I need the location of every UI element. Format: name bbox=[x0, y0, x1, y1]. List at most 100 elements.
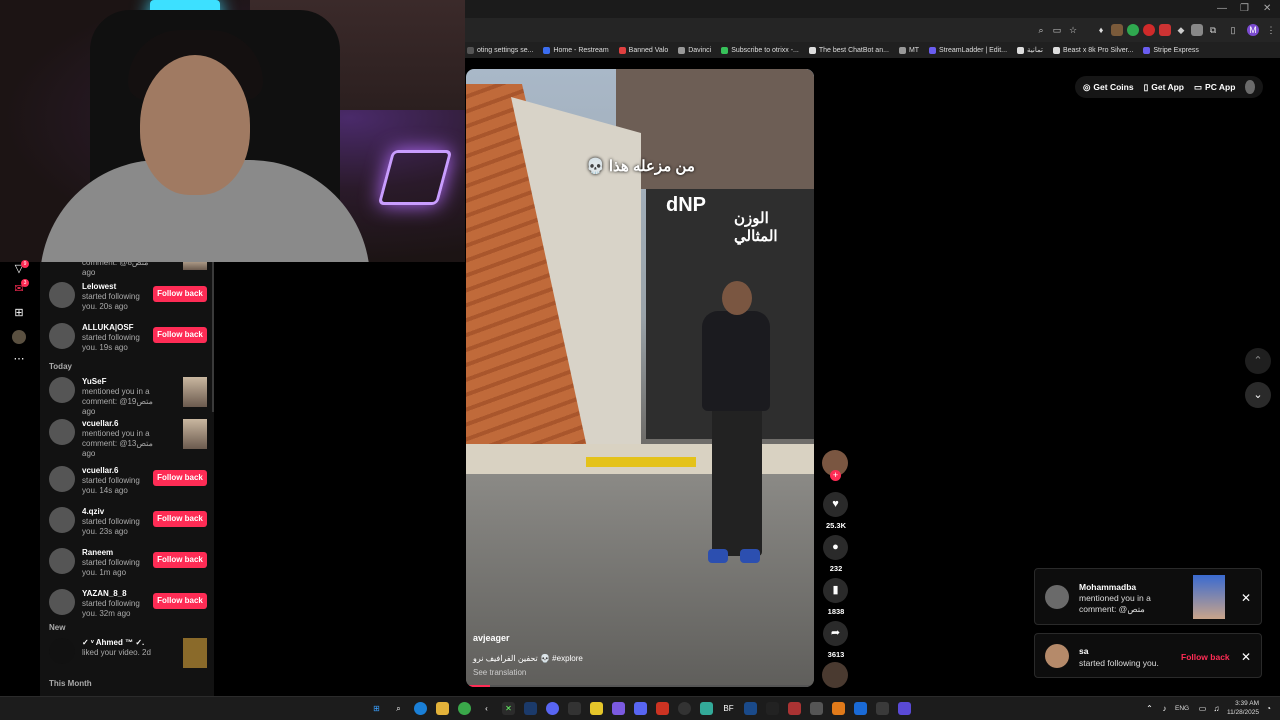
microphone-icon[interactable]: ♪ bbox=[1158, 702, 1171, 715]
extension-icon[interactable] bbox=[1191, 24, 1203, 36]
notes-icon[interactable] bbox=[590, 702, 603, 715]
notification-item-partial[interactable]: comment: @متص8 ago bbox=[49, 262, 209, 277]
tray-chevron-up-icon[interactable]: ⌃ bbox=[1143, 702, 1156, 715]
app-icon[interactable] bbox=[612, 702, 625, 715]
follow-back-button[interactable]: Follow back bbox=[153, 327, 207, 343]
music-disc[interactable] bbox=[822, 662, 848, 688]
video-player[interactable]: dNP الوزن المثالي من مزعله هذا 💀 avjeage… bbox=[466, 69, 814, 687]
close-icon[interactable]: ✕ bbox=[1241, 591, 1251, 605]
bookmark-item[interactable]: StreamLadder | Edit... bbox=[929, 46, 1007, 54]
discord-icon[interactable] bbox=[546, 702, 559, 715]
bookmark-item[interactable]: Subscribe to otrixx -... bbox=[721, 46, 799, 54]
notification-item[interactable]: YuSeF mentioned you in a comment: @متص19 … bbox=[49, 377, 209, 416]
notification-avatar[interactable] bbox=[49, 548, 75, 574]
get-coins-button[interactable]: ◎ Get Coins bbox=[1083, 82, 1134, 93]
app-icon[interactable] bbox=[854, 702, 867, 715]
follow-back-button[interactable]: Follow back bbox=[153, 470, 207, 486]
user-avatar[interactable] bbox=[1245, 80, 1255, 94]
follow-back-button[interactable]: Follow back bbox=[153, 552, 207, 568]
language-indicator[interactable]: ENG bbox=[1175, 705, 1189, 712]
toast-mention[interactable]: Mohammadba mentioned you in a comment: @… bbox=[1034, 568, 1262, 625]
app-bf-icon[interactable]: BF bbox=[722, 702, 735, 715]
toast-avatar[interactable] bbox=[1045, 644, 1069, 668]
bookmark-star-icon[interactable]: ☆ bbox=[1067, 24, 1079, 36]
chevron-up-icon[interactable]: ⌃ bbox=[1245, 348, 1271, 374]
notification-item[interactable]: Raneem started following you. 1m ago Follo… bbox=[49, 548, 209, 582]
toast-thumbnail[interactable] bbox=[1193, 575, 1225, 619]
video-author[interactable]: avjeager bbox=[473, 633, 510, 643]
profile-icon[interactable] bbox=[12, 330, 26, 344]
app-icon[interactable] bbox=[898, 702, 911, 715]
minimize-icon[interactable]: — bbox=[1217, 3, 1227, 14]
cast-icon[interactable]: ▭ bbox=[1051, 24, 1063, 36]
follow-back-button[interactable]: Follow back bbox=[153, 511, 207, 527]
notification-thumbnail[interactable] bbox=[183, 638, 207, 668]
notification-item[interactable]: ALLUKA|OSF started following you. 19s ago… bbox=[49, 323, 209, 357]
bookmark-item[interactable]: Beast x 8k Pro Silver... bbox=[1052, 46, 1133, 54]
extension-icon[interactable] bbox=[1111, 24, 1123, 36]
app-icon[interactable] bbox=[568, 702, 581, 715]
extension-icon[interactable] bbox=[1159, 24, 1171, 36]
app-icon[interactable] bbox=[700, 702, 713, 715]
notification-name[interactable]: Lelowest bbox=[82, 282, 116, 291]
chevron-down-icon[interactable]: ⌄ bbox=[1245, 382, 1271, 408]
notification-thumbnail[interactable] bbox=[183, 377, 207, 407]
notification-name[interactable]: ✓ ᵛ Ahmed ™ ✓. bbox=[82, 638, 144, 647]
restore-icon[interactable]: ❐ bbox=[1240, 3, 1249, 14]
follow-back-button[interactable]: Follow back bbox=[153, 286, 207, 302]
extension-shield-icon[interactable] bbox=[1127, 24, 1139, 36]
more-icon[interactable]: ⋯ bbox=[12, 352, 26, 366]
notification-avatar[interactable] bbox=[49, 507, 75, 533]
extensions-puzzle-icon[interactable]: ⧉ bbox=[1207, 24, 1219, 36]
bookmark-item[interactable]: MT bbox=[898, 46, 919, 54]
notification-avatar[interactable] bbox=[49, 638, 75, 664]
zoom-icon[interactable]: ⌕ bbox=[1035, 24, 1047, 36]
toast-avatar[interactable] bbox=[1045, 585, 1069, 609]
toast-name[interactable]: sa bbox=[1079, 646, 1088, 656]
app-icon[interactable] bbox=[744, 702, 757, 715]
notification-avatar[interactable] bbox=[49, 282, 75, 308]
bookmark-item[interactable]: Stripe Express bbox=[1143, 46, 1199, 54]
toast-follow-back-button[interactable]: Follow back bbox=[1181, 652, 1230, 662]
bookmark-item[interactable]: Davinci bbox=[678, 46, 711, 54]
notification-item[interactable]: 4.qziv started following you. 23s ago Foll… bbox=[49, 507, 209, 541]
notification-item[interactable]: vcuellar.6 started following you. 14s ago… bbox=[49, 466, 209, 500]
notification-avatar[interactable] bbox=[49, 589, 75, 615]
xbox-icon[interactable]: ✕ bbox=[502, 702, 515, 715]
app-icon[interactable] bbox=[766, 702, 779, 715]
profile-avatar[interactable]: M bbox=[1247, 24, 1259, 36]
upload-icon[interactable]: ⊞ bbox=[12, 306, 26, 320]
notification-avatar[interactable] bbox=[49, 323, 75, 349]
bookmark-icon[interactable]: ▮ bbox=[823, 578, 848, 603]
app-icon[interactable] bbox=[832, 702, 845, 715]
volume-icon[interactable]: ♫ bbox=[1210, 702, 1223, 715]
chrome-icon[interactable] bbox=[458, 702, 471, 715]
app-icon[interactable] bbox=[656, 702, 669, 715]
notification-name[interactable]: Raneem bbox=[82, 548, 113, 557]
get-app-button[interactable]: ▯ Get App bbox=[1144, 82, 1184, 93]
app-icon[interactable] bbox=[788, 702, 801, 715]
notification-item[interactable]: Lelowest started following you. 20s ago Fo… bbox=[49, 282, 209, 316]
close-window-icon[interactable]: ✕ bbox=[1263, 3, 1271, 14]
notification-item[interactable]: vcuellar.6 mentioned you in a comment: @م… bbox=[49, 419, 209, 458]
notification-name[interactable]: 4.qziv bbox=[82, 507, 104, 516]
notification-item[interactable]: ✓ ᵛ Ahmed ™ ✓. liked your video. 2d bbox=[49, 638, 209, 672]
search-icon[interactable]: ⌕ bbox=[392, 702, 405, 715]
notifications-bell-icon[interactable]: ◔ bbox=[1262, 702, 1275, 715]
extension-diamond-icon[interactable]: ◆ bbox=[1175, 24, 1187, 36]
app-icon[interactable] bbox=[876, 702, 889, 715]
heart-icon[interactable]: ♥ bbox=[823, 492, 848, 517]
obs-icon[interactable] bbox=[678, 702, 691, 715]
follow-back-button[interactable]: Follow back bbox=[153, 593, 207, 609]
bookmark-item[interactable]: Home - Restream bbox=[543, 46, 609, 54]
notification-avatar[interactable] bbox=[49, 419, 75, 445]
clock-date[interactable]: 11/28/2025 bbox=[1225, 709, 1259, 716]
notification-avatar[interactable] bbox=[49, 466, 75, 492]
notifications-scrollbar[interactable] bbox=[212, 262, 214, 412]
settings-gear-icon[interactable] bbox=[810, 702, 823, 715]
pc-app-button[interactable]: ▭ PC App bbox=[1194, 82, 1235, 93]
notification-avatar[interactable] bbox=[49, 377, 75, 403]
menu-kebab-icon[interactable]: ⋮ bbox=[1265, 24, 1277, 36]
video-progress-bar[interactable] bbox=[466, 685, 814, 687]
toast-name[interactable]: Mohammadba bbox=[1079, 582, 1136, 592]
